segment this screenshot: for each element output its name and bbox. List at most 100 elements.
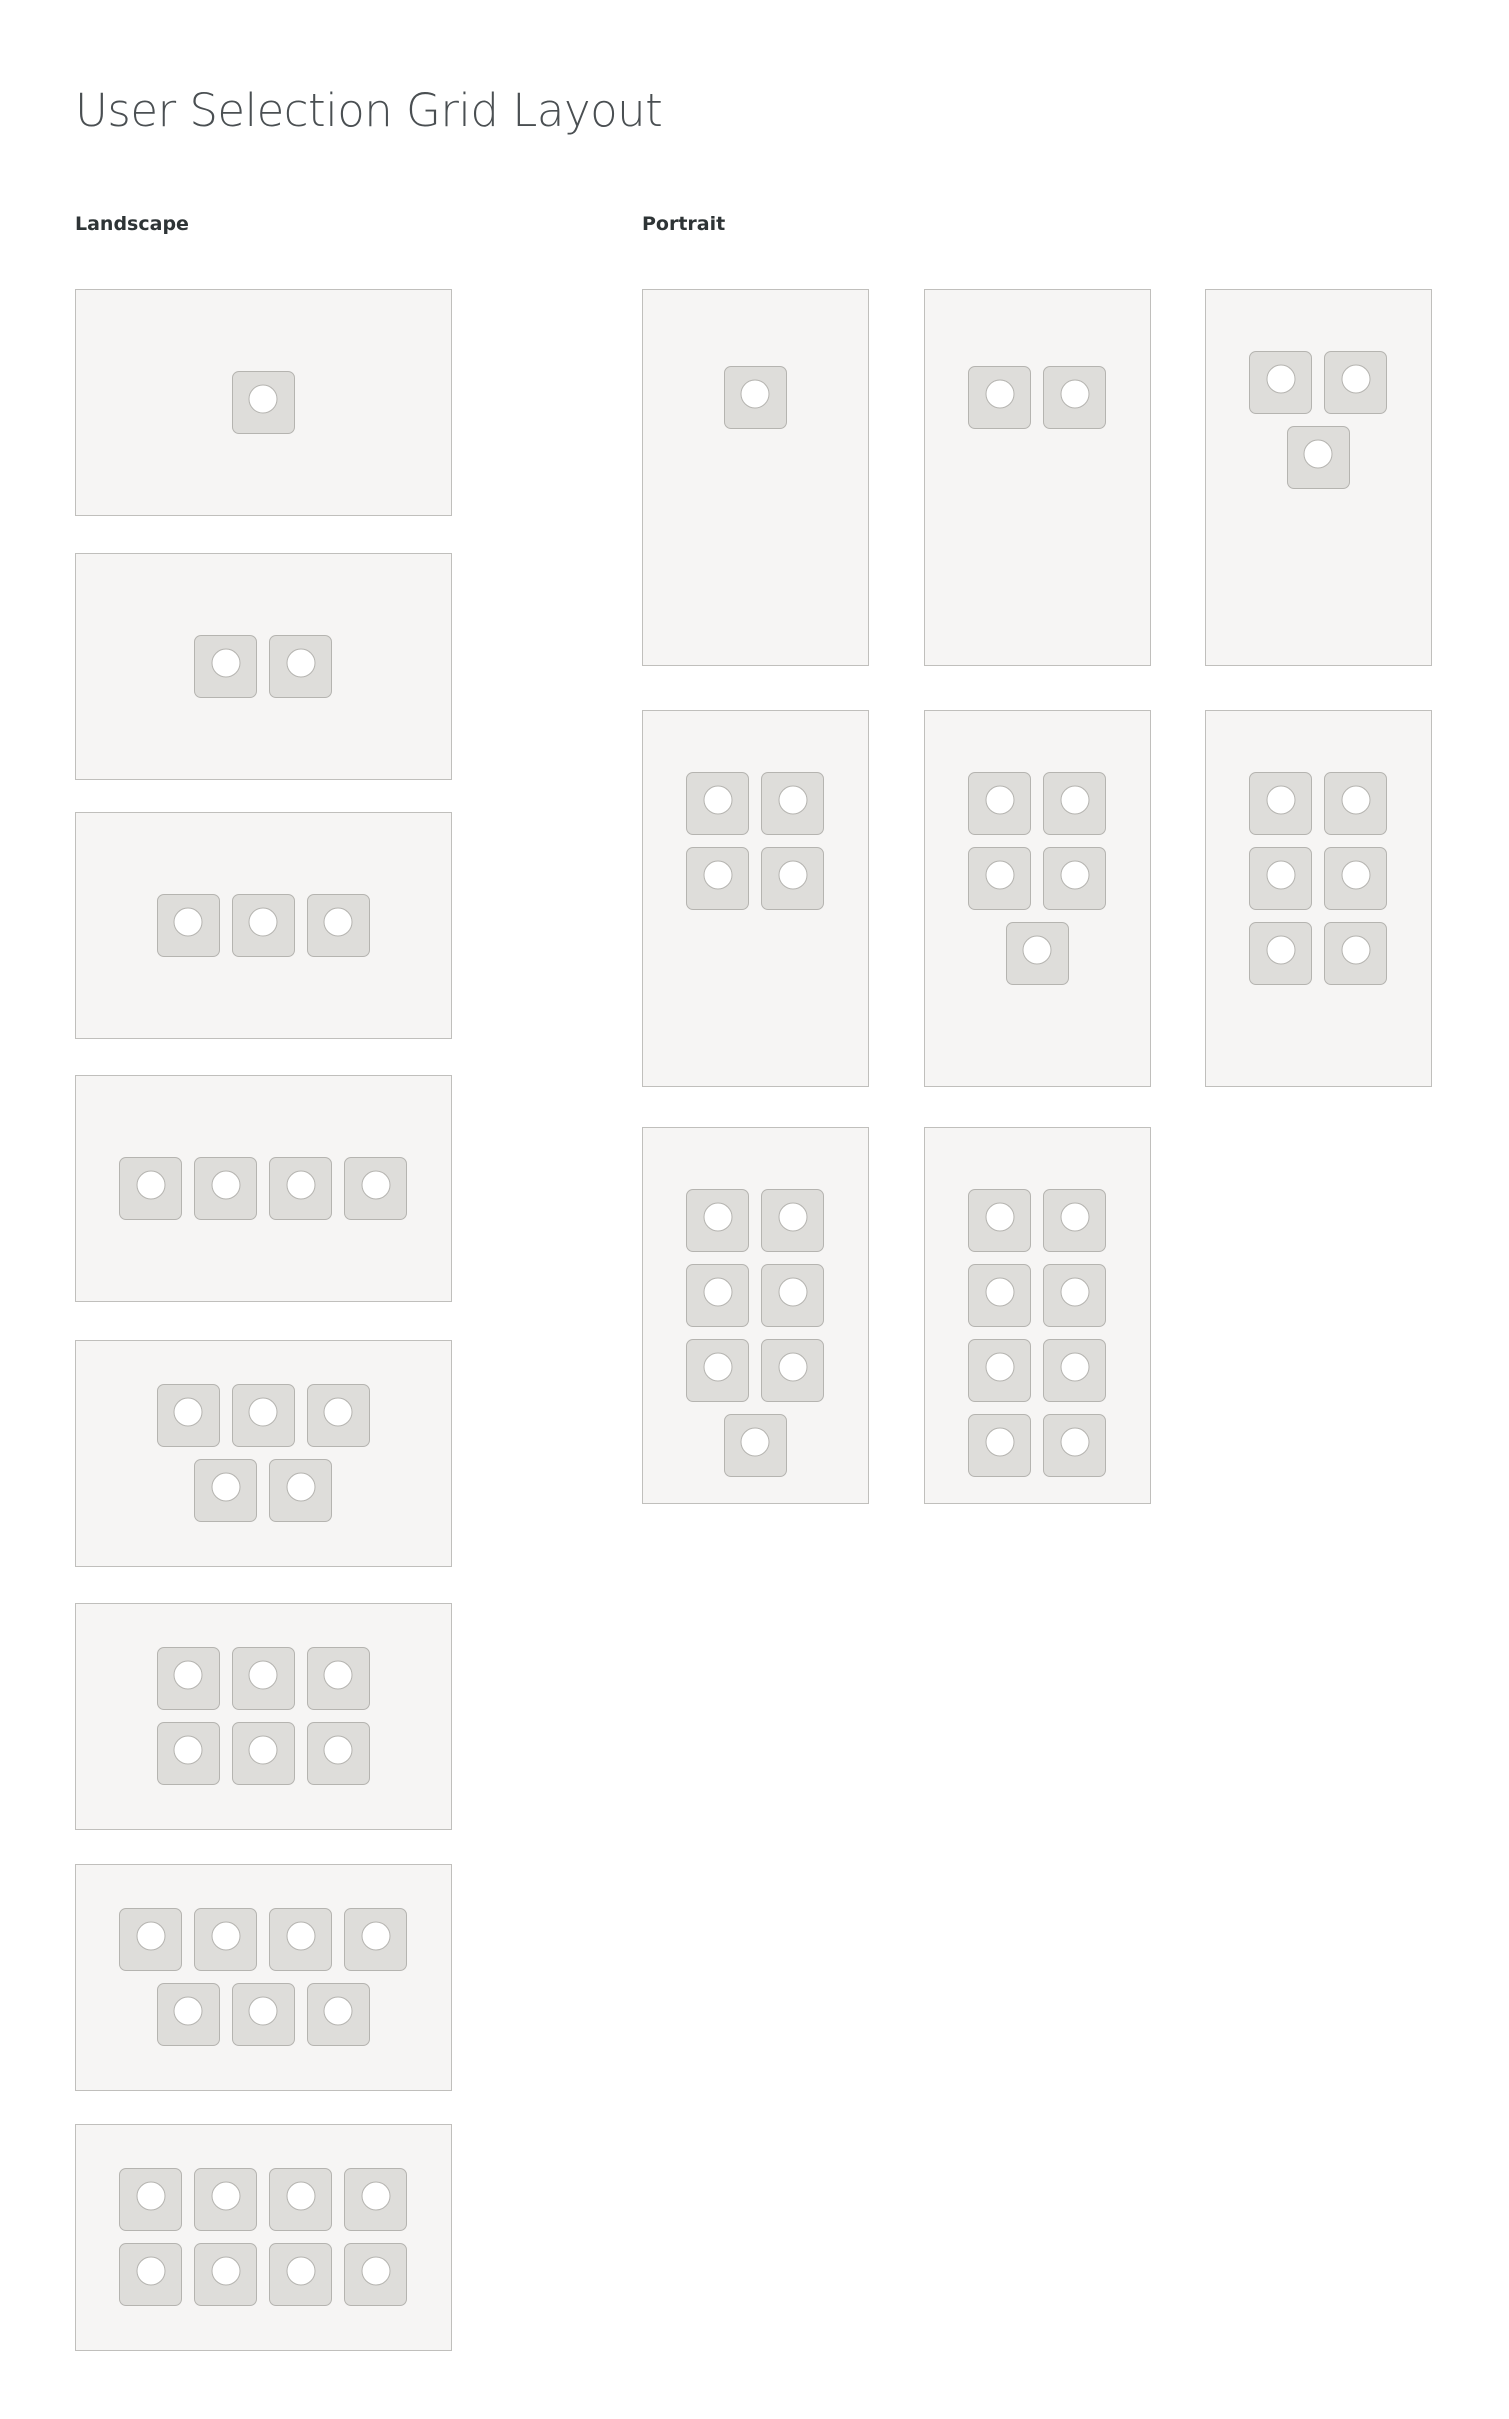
user-avatar-icon: [248, 1996, 278, 2026]
user-avatar-icon: [1266, 935, 1295, 964]
landscape-layout-1-users: [75, 289, 452, 516]
user-tile: [968, 1413, 1031, 1477]
user-avatar-icon: [985, 860, 1014, 889]
portrait-layout-3-users: [1205, 289, 1432, 666]
user-tile: [231, 1384, 295, 1447]
portrait-layout-4-users: [642, 710, 869, 1087]
user-avatar-icon: [740, 1427, 770, 1456]
user-tile: [194, 2243, 257, 2306]
user-avatar-icon: [1341, 785, 1370, 814]
landscape-layout-5-users: [75, 1340, 452, 1567]
user-tile: [231, 370, 295, 434]
user-avatar-icon: [740, 379, 770, 408]
user-tile: [1249, 771, 1312, 835]
landscape-layout-2-users: [75, 553, 452, 780]
user-avatar-icon: [323, 1397, 353, 1427]
user-tile: [344, 1908, 407, 1971]
user-avatar-icon: [1266, 860, 1295, 889]
user-avatar-icon: [1022, 935, 1052, 964]
user-avatar-icon: [778, 1277, 807, 1306]
user-avatar-icon: [173, 907, 203, 936]
user-avatar-icon: [173, 1996, 203, 2026]
user-avatar-icon: [136, 1921, 165, 1951]
user-tile: [306, 1983, 370, 2046]
user-avatar-icon: [703, 860, 732, 889]
user-avatar-icon: [248, 384, 278, 413]
portrait-layout-6-users: [1205, 710, 1432, 1087]
user-avatar-icon: [323, 907, 353, 936]
user-avatar-icon: [985, 1427, 1014, 1456]
user-tile: [761, 1188, 824, 1252]
user-tile: [194, 1156, 257, 1220]
user-tile: [119, 2243, 182, 2306]
user-avatar-icon: [211, 1921, 240, 1951]
user-avatar-icon: [703, 1352, 732, 1381]
user-avatar-icon: [211, 1170, 240, 1199]
user-avatar-icon: [1341, 860, 1370, 889]
user-tile: [1249, 921, 1312, 985]
user-avatar-icon: [173, 1735, 203, 1765]
user-avatar-icon: [286, 1472, 315, 1502]
portrait-layout-7-users: [642, 1127, 869, 1504]
user-avatar-icon: [1060, 1427, 1089, 1456]
user-avatar-icon: [778, 785, 807, 814]
user-tile: [231, 1983, 295, 2046]
user-avatar-icon: [323, 1660, 353, 1690]
user-avatar-icon: [985, 1277, 1014, 1306]
user-avatar-icon: [286, 648, 315, 677]
user-tile: [156, 893, 220, 957]
user-avatar-icon: [1266, 364, 1295, 393]
user-avatar-icon: [211, 1472, 240, 1502]
landscape-layout-3-users: [75, 812, 452, 1039]
user-tile: [1043, 365, 1106, 429]
user-tile: [761, 1338, 824, 1402]
user-avatar-icon: [323, 1996, 353, 2026]
landscape-layout-7-users: [75, 1864, 452, 2091]
page-title: User Selection Grid Layout: [75, 84, 663, 137]
user-avatar-icon: [985, 1352, 1014, 1381]
portrait-layout-2-users: [924, 289, 1151, 666]
user-avatar-icon: [1060, 1352, 1089, 1381]
landscape-layout-8-users: [75, 2124, 452, 2351]
user-tile: [1324, 846, 1387, 910]
user-tile: [269, 2168, 332, 2231]
user-tile: [156, 1384, 220, 1447]
user-tile: [269, 1156, 332, 1220]
user-tile: [306, 1647, 370, 1710]
portrait-section-label: Portrait: [642, 213, 726, 235]
user-avatar-icon: [248, 1735, 278, 1765]
user-avatar-icon: [136, 2256, 165, 2286]
user-avatar-icon: [1060, 1277, 1089, 1306]
user-avatar-icon: [248, 907, 278, 936]
user-tile: [269, 1908, 332, 1971]
user-avatar-icon: [361, 1921, 390, 1951]
user-avatar-icon: [703, 1277, 732, 1306]
user-avatar-icon: [1060, 379, 1089, 408]
user-tile: [1043, 846, 1106, 910]
user-avatar-icon: [211, 2181, 240, 2211]
user-tile: [968, 771, 1031, 835]
user-tile: [723, 365, 787, 429]
user-tile: [194, 1459, 257, 1522]
user-tile: [968, 1188, 1031, 1252]
user-tile: [686, 1338, 749, 1402]
user-tile: [686, 771, 749, 835]
user-tile: [119, 1908, 182, 1971]
user-avatar-icon: [778, 1352, 807, 1381]
user-avatar-icon: [136, 1170, 165, 1199]
user-tile: [761, 771, 824, 835]
user-tile: [231, 1722, 295, 1785]
user-avatar-icon: [361, 1170, 390, 1199]
user-avatar-icon: [1060, 860, 1089, 889]
user-tile: [1249, 350, 1312, 414]
user-avatar-icon: [985, 1202, 1014, 1231]
user-tile: [119, 2168, 182, 2231]
user-avatar-icon: [211, 2256, 240, 2286]
user-tile: [968, 1338, 1031, 1402]
user-tile: [968, 846, 1031, 910]
landscape-section-label: Landscape: [75, 213, 189, 235]
landscape-layout-6-users: [75, 1603, 452, 1830]
user-avatar-icon: [985, 785, 1014, 814]
user-tile: [156, 1983, 220, 2046]
user-tile: [156, 1722, 220, 1785]
